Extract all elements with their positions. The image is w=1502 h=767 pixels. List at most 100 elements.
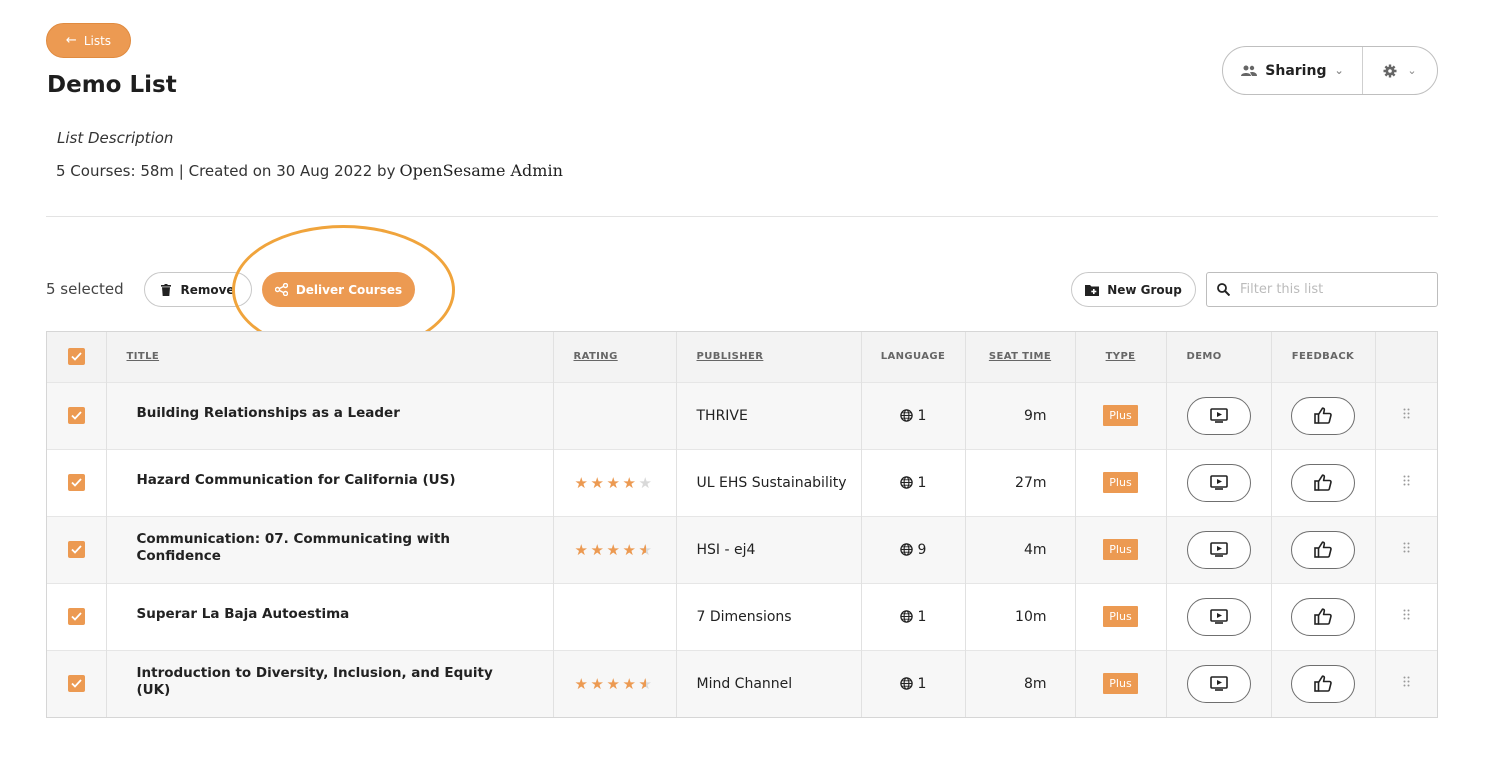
feedback-button[interactable] xyxy=(1291,396,1355,435)
rating-cell xyxy=(553,583,677,650)
feedback-button[interactable] xyxy=(1291,664,1355,703)
filter-input[interactable] xyxy=(1240,282,1420,297)
feedback-cell xyxy=(1271,583,1376,650)
course-title[interactable]: Building Relationships as a Leader xyxy=(137,405,523,422)
trash-icon xyxy=(161,283,172,296)
rating-cell: ★ ★ ★ ★ ★ xyxy=(553,516,677,583)
type-cell: Plus xyxy=(1075,650,1167,717)
row-checkbox[interactable] xyxy=(47,516,107,583)
rating-stars: ★ ★ ★ ★ ★ xyxy=(575,675,654,693)
course-title-cell[interactable]: Superar La Baja Autoestima xyxy=(106,583,554,650)
rating-stars: ★ ★ ★ ★ ★ xyxy=(575,541,654,559)
select-all-checkbox[interactable] xyxy=(47,332,107,382)
seat-time-cell: 8m xyxy=(965,650,1076,717)
drag-handle-icon[interactable] xyxy=(1403,408,1410,419)
rating-cell xyxy=(553,382,677,449)
search-icon xyxy=(1217,283,1230,296)
table-row[interactable]: Communication: 07. Communicating with Co… xyxy=(47,516,1437,583)
publisher-cell: THRIVE xyxy=(676,382,862,449)
star-icon: ★ xyxy=(638,473,652,492)
row-checkbox[interactable] xyxy=(47,583,107,650)
feedback-button[interactable] xyxy=(1291,597,1355,636)
table-row[interactable]: Building Relationships as a Leader THRIVE… xyxy=(47,382,1437,449)
new-group-button[interactable]: New Group xyxy=(1071,272,1196,307)
header-language: LANGUAGE xyxy=(861,332,966,382)
demo-button[interactable] xyxy=(1186,396,1251,435)
header-seat-time[interactable]: SEAT TIME xyxy=(965,332,1076,382)
star-icon: ★ xyxy=(622,540,636,559)
publisher-cell: Mind Channel xyxy=(676,650,862,717)
drag-handle-icon[interactable] xyxy=(1403,609,1410,620)
star-icon: ★ xyxy=(606,473,620,492)
sharing-label: Sharing xyxy=(1265,62,1327,79)
drag-handle-icon[interactable] xyxy=(1403,475,1410,486)
table-row[interactable]: Hazard Communication for California (US)… xyxy=(47,449,1437,516)
star-icon: ★ xyxy=(639,675,654,693)
drag-cell xyxy=(1375,516,1437,583)
course-title-cell[interactable]: Hazard Communication for California (US) xyxy=(106,449,554,516)
demo-cell xyxy=(1166,382,1272,449)
demo-cell xyxy=(1166,449,1272,516)
course-title-cell[interactable]: Building Relationships as a Leader xyxy=(106,382,554,449)
list-meta-text: 5 Courses: 58m | Created on 30 Aug 2022 … xyxy=(56,162,396,180)
star-icon: ★ xyxy=(590,674,604,693)
sharing-button[interactable]: Sharing ⌄ xyxy=(1223,47,1363,94)
course-title[interactable]: Communication: 07. Communicating with Co… xyxy=(137,531,523,565)
row-checkbox[interactable] xyxy=(47,382,107,449)
header-title[interactable]: TITLE xyxy=(106,332,554,382)
thumbs-up-icon xyxy=(1314,541,1332,558)
chevron-down-icon: ⌄ xyxy=(1407,64,1417,77)
demo-button[interactable] xyxy=(1186,597,1251,636)
demo-cell xyxy=(1166,516,1272,583)
course-title[interactable]: Superar La Baja Autoestima xyxy=(137,606,523,623)
type-badge: Plus xyxy=(1103,539,1138,560)
filter-field[interactable] xyxy=(1206,272,1438,307)
header-rating[interactable]: RATING xyxy=(553,332,677,382)
table-row[interactable]: Introduction to Diversity, Inclusion, an… xyxy=(47,650,1437,717)
course-title-cell[interactable]: Communication: 07. Communicating with Co… xyxy=(106,516,554,583)
header-type[interactable]: TYPE xyxy=(1075,332,1167,382)
seat-time-cell: 10m xyxy=(965,583,1076,650)
back-button-label: Lists xyxy=(83,33,112,48)
language-count: 9 xyxy=(917,541,927,558)
header-publisher[interactable]: PUBLISHER xyxy=(676,332,862,382)
globe-icon xyxy=(899,476,913,489)
row-checkbox[interactable] xyxy=(47,449,107,516)
globe-icon xyxy=(899,677,913,690)
star-icon: ★ xyxy=(590,473,604,492)
feedback-button[interactable] xyxy=(1291,530,1355,569)
drag-cell xyxy=(1375,650,1437,717)
settings-button[interactable]: ⌄ xyxy=(1363,47,1437,94)
type-badge: Plus xyxy=(1103,606,1138,627)
drag-handle-icon[interactable] xyxy=(1403,676,1410,687)
language-count: 1 xyxy=(917,608,927,625)
demo-button[interactable] xyxy=(1186,463,1251,502)
play-icon xyxy=(1209,475,1228,490)
demo-button[interactable] xyxy=(1186,664,1251,703)
gear-icon xyxy=(1383,64,1397,77)
checkbox-icon xyxy=(67,348,85,366)
header-feedback: FEEDBACK xyxy=(1271,332,1376,382)
course-title-cell[interactable]: Introduction to Diversity, Inclusion, an… xyxy=(106,650,554,717)
feedback-button[interactable] xyxy=(1291,463,1355,502)
play-icon xyxy=(1209,676,1228,692)
table-row[interactable]: Superar La Baja Autoestima 7 Dimensions 1 1… xyxy=(47,583,1437,650)
language-count: 1 xyxy=(917,474,927,491)
star-icon: ★ xyxy=(574,674,588,693)
thumbs-up-icon xyxy=(1314,608,1332,625)
back-to-lists-button[interactable]: ← Lists xyxy=(46,23,131,58)
globe-icon xyxy=(899,543,913,556)
publisher-cell: HSI - ej4 xyxy=(676,516,862,583)
list-meta: 5 Courses: 58m | Created on 30 Aug 2022 … xyxy=(56,161,563,180)
course-title[interactable]: Hazard Communication for California (US) xyxy=(137,472,523,489)
sharing-settings-group: Sharing ⌄ ⌄ xyxy=(1222,46,1438,95)
demo-button[interactable] xyxy=(1186,530,1251,569)
course-title[interactable]: Introduction to Diversity, Inclusion, an… xyxy=(137,665,523,699)
type-cell: Plus xyxy=(1075,449,1167,516)
header-demo: DEMO xyxy=(1166,332,1272,382)
drag-handle-icon[interactable] xyxy=(1403,542,1410,553)
row-checkbox[interactable] xyxy=(47,650,107,717)
type-badge: Plus xyxy=(1103,673,1138,695)
checkbox-icon xyxy=(67,608,85,625)
header-divider xyxy=(46,216,1438,217)
